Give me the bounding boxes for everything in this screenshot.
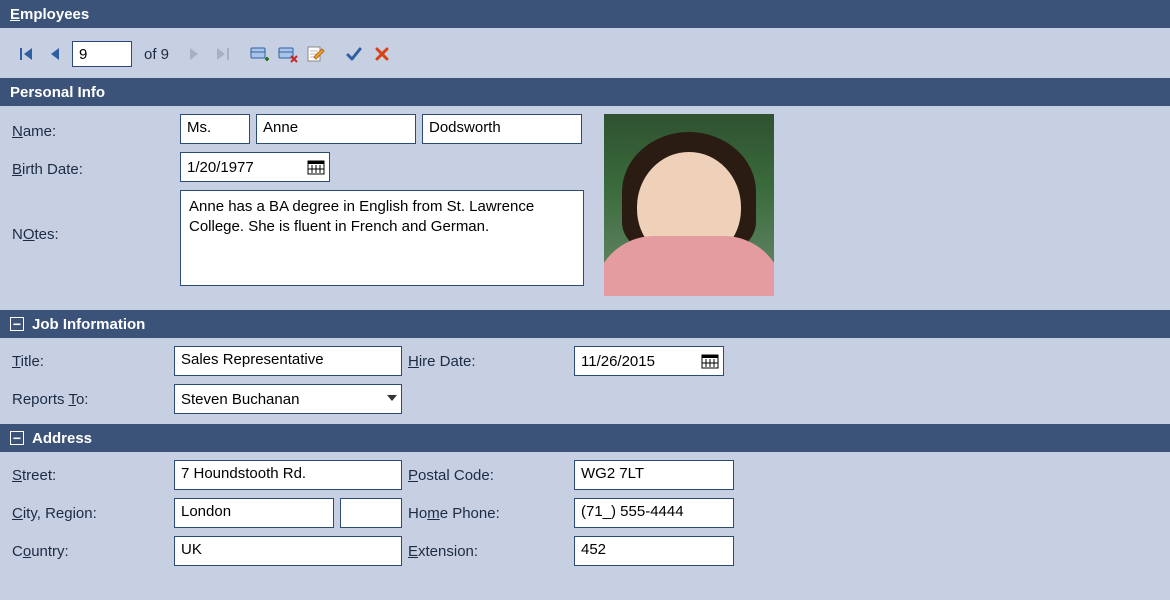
notes-label: NOtes:: [12, 190, 174, 243]
country-field[interactable]: UK: [174, 536, 402, 566]
last-name-field[interactable]: Dodsworth: [422, 114, 582, 144]
address-panel: Street: 7 Houndstooth Rd. Postal Code: W…: [0, 452, 1170, 566]
courtesy-title-field[interactable]: Ms.: [180, 114, 250, 144]
end-edit-icon[interactable]: [343, 43, 365, 65]
personal-info-panel: Name: Ms. Anne Dodsworth Birth Date: 1/2…: [0, 106, 1170, 310]
street-label: Street:: [12, 467, 174, 484]
delete-record-icon[interactable]: [277, 43, 299, 65]
add-record-icon[interactable]: [249, 43, 271, 65]
postal-code-field[interactable]: WG2 7LT: [574, 460, 734, 490]
job-title-field[interactable]: Sales Representative: [174, 346, 402, 376]
notes-field[interactable]: Anne has a BA degree in English from St.…: [180, 190, 584, 286]
section-title: Personal Info: [10, 84, 105, 101]
region-field[interactable]: [340, 498, 402, 528]
edit-record-icon[interactable]: [305, 43, 327, 65]
record-number-input[interactable]: [72, 41, 132, 67]
calendar-icon[interactable]: [701, 352, 719, 370]
previous-record-icon[interactable]: [44, 43, 66, 65]
next-record-icon[interactable]: [183, 43, 205, 65]
window-title-bar: Employees: [0, 0, 1170, 28]
collapse-icon[interactable]: −: [10, 317, 24, 331]
section-header-address: − Address: [0, 424, 1170, 452]
birthdate-field[interactable]: 1/20/1977: [180, 152, 330, 182]
extension-field[interactable]: 452: [574, 536, 734, 566]
city-field[interactable]: London: [174, 498, 334, 528]
street-field[interactable]: 7 Houndstooth Rd.: [174, 460, 402, 490]
cancel-edit-icon[interactable]: [371, 43, 393, 65]
hiredate-field[interactable]: 11/26/2015: [574, 346, 724, 376]
section-title: Job Information: [32, 316, 145, 333]
record-navigator-toolbar: of 9: [0, 28, 1170, 78]
birthdate-label: Birth Date:: [12, 157, 174, 178]
record-count-label: of 9: [144, 46, 169, 63]
employee-photo: [604, 114, 774, 296]
title-label: Title:: [12, 353, 174, 370]
last-record-icon[interactable]: [211, 43, 233, 65]
collapse-icon[interactable]: −: [10, 431, 24, 445]
job-info-panel: Title: Sales Representative Hire Date: 1…: [0, 338, 1170, 424]
section-title: Address: [32, 430, 92, 447]
window-title: Employees: [10, 6, 89, 23]
home-phone-field[interactable]: (71_) 555-4444: [574, 498, 734, 528]
first-record-icon[interactable]: [16, 43, 38, 65]
section-header-personal: Personal Info: [0, 78, 1170, 106]
name-label: Name:: [12, 119, 174, 140]
dropdown-icon[interactable]: [387, 395, 397, 403]
hiredate-label: Hire Date:: [408, 353, 570, 370]
postal-label: Postal Code:: [408, 467, 570, 484]
country-label: Country:: [12, 543, 174, 560]
reportsto-label: Reports To:: [12, 391, 174, 408]
cityregion-label: City, Region:: [12, 505, 174, 522]
home-phone-label: Home Phone:: [408, 505, 570, 522]
section-header-job: − Job Information: [0, 310, 1170, 338]
extension-label: Extension:: [408, 543, 570, 560]
calendar-icon[interactable]: [307, 158, 325, 176]
reportsto-field[interactable]: Steven Buchanan: [174, 384, 402, 414]
first-name-field[interactable]: Anne: [256, 114, 416, 144]
